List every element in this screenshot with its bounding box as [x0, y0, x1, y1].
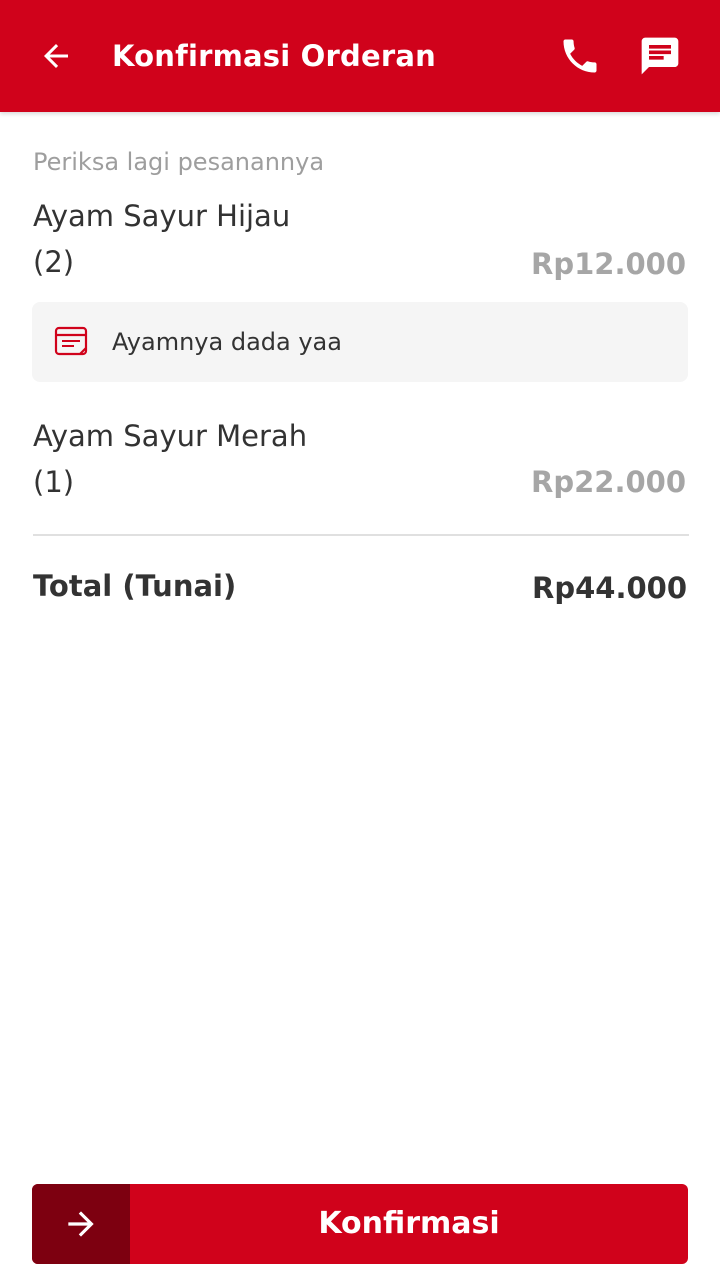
chat-button[interactable] [628, 28, 692, 84]
item-name: Ayam Sayur Merah [33, 419, 308, 453]
item-note: Ayamnya dada yaa [32, 302, 688, 382]
phone-icon [563, 39, 597, 73]
arrow-right-icon [68, 1211, 94, 1237]
total-label: Total (Tunai) [33, 569, 237, 603]
arrow-left-icon [44, 44, 68, 68]
page-title: Konfirmasi Orderan [112, 39, 436, 73]
item-price: Rp12.000 [531, 247, 686, 281]
total-value: Rp44.000 [532, 571, 687, 605]
item-quantity: (2) [33, 245, 75, 279]
review-order-hint: Periksa lagi pesanannya [33, 148, 325, 176]
confirm-arrow-block [32, 1184, 130, 1264]
item-quantity: (1) [33, 465, 75, 499]
item-name: Ayam Sayur Hijau [33, 199, 291, 233]
call-button[interactable] [548, 28, 612, 84]
note-text: Ayamnya dada yaa [112, 328, 342, 356]
divider [33, 534, 689, 536]
back-button[interactable] [24, 28, 88, 84]
item-price: Rp22.000 [531, 465, 686, 499]
chat-message-icon [641, 37, 679, 75]
order-confirmation-screen: Konfirmasi Orderan Periksa lagi pesanann… [0, 0, 720, 1280]
note-icon [54, 326, 88, 356]
app-bar: Konfirmasi Orderan [0, 0, 720, 112]
confirm-button-label: Konfirmasi [318, 1206, 500, 1241]
confirm-button[interactable]: Konfirmasi [32, 1184, 688, 1264]
